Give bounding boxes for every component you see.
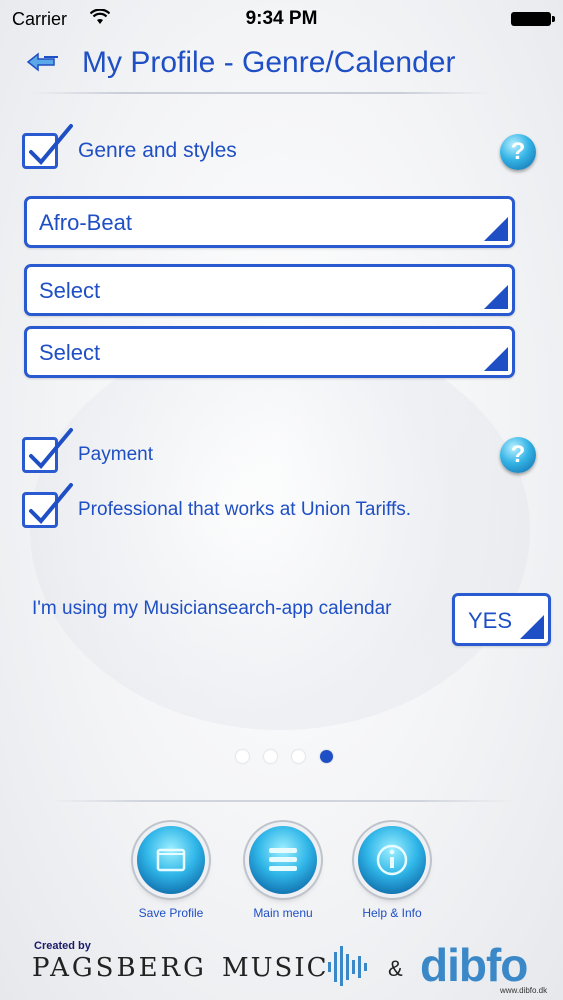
dropdown-arrow-icon: [520, 615, 544, 639]
payment-checkbox[interactable]: [22, 428, 73, 473]
dibfo-url: www.dibfo.dk: [500, 986, 548, 995]
music-logo: MUSIC: [222, 953, 329, 983]
dropdown-value: Afro-Beat: [39, 210, 132, 235]
genre-dropdown-1[interactable]: Afro-Beat: [24, 196, 515, 248]
dropdown-arrow-icon: [484, 217, 508, 241]
checkmark-icon: [29, 483, 73, 524]
payment-label: Payment: [78, 444, 153, 465]
dropdown-arrow-icon: [484, 347, 508, 371]
dropdown-value: Select: [39, 278, 101, 303]
genre-label: Genre and styles: [78, 139, 237, 162]
genre-checkbox-row[interactable]: Genre and styles: [22, 124, 237, 171]
page-dot[interactable]: [292, 750, 305, 763]
status-bar: Carrier 9:34 PM: [0, 0, 563, 38]
dibfo-logo: dibfo: [420, 939, 528, 991]
checkmark-icon: [29, 124, 73, 165]
background-disc: [30, 330, 530, 730]
calendar-text: I'm using my Musiciansearch-app calendar: [32, 598, 392, 619]
union-label: Professional that works at Union Tariffs…: [78, 499, 412, 520]
genre-help-icon[interactable]: ?: [500, 134, 536, 170]
page-dot[interactable]: [236, 750, 249, 763]
payment-checkbox-row[interactable]: Payment: [22, 428, 153, 475]
main-menu-button[interactable]: Main menu: [233, 826, 333, 920]
sound-wave-icon: [328, 946, 367, 986]
genre-checkbox[interactable]: [22, 124, 73, 169]
genre-dropdown-2[interactable]: Select: [24, 264, 515, 316]
save-profile-button[interactable]: Save Profile: [121, 826, 221, 920]
save-icon: [137, 826, 205, 894]
page-title: My Profile - Genre/Calender: [82, 46, 456, 79]
payment-help-icon[interactable]: ?: [500, 437, 536, 473]
main-menu-label: Main menu: [253, 906, 313, 920]
page-dot[interactable]: [264, 750, 277, 763]
help-info-label: Help & Info: [362, 906, 422, 920]
dropdown-arrow-icon: [484, 285, 508, 309]
battery-icon: [511, 12, 555, 26]
menu-icon: [249, 826, 317, 894]
page-indicator[interactable]: [0, 750, 563, 763]
page-dot-active[interactable]: [320, 750, 333, 763]
bottom-divider: [50, 800, 513, 802]
created-by-label: Created by: [34, 940, 91, 952]
status-time: 9:34 PM: [245, 8, 318, 29]
dropdown-value: Select: [39, 340, 101, 365]
info-icon: [358, 826, 426, 894]
union-checkbox[interactable]: [22, 483, 73, 528]
checkmark-icon: [29, 428, 73, 469]
help-info-button[interactable]: Help & Info: [342, 826, 442, 920]
genre-dropdown-3[interactable]: Select: [24, 326, 515, 378]
ampersand: &: [388, 956, 403, 981]
union-checkbox-row[interactable]: Professional that works at Union Tariffs…: [22, 483, 412, 530]
pagsberg-logo: PAGSBERG: [32, 953, 207, 983]
calendar-select[interactable]: YES: [452, 593, 551, 646]
calendar-select-value: YES: [468, 608, 513, 633]
save-profile-label: Save Profile: [138, 906, 204, 920]
header-divider: [30, 92, 490, 94]
back-arrow-icon[interactable]: [24, 50, 62, 74]
